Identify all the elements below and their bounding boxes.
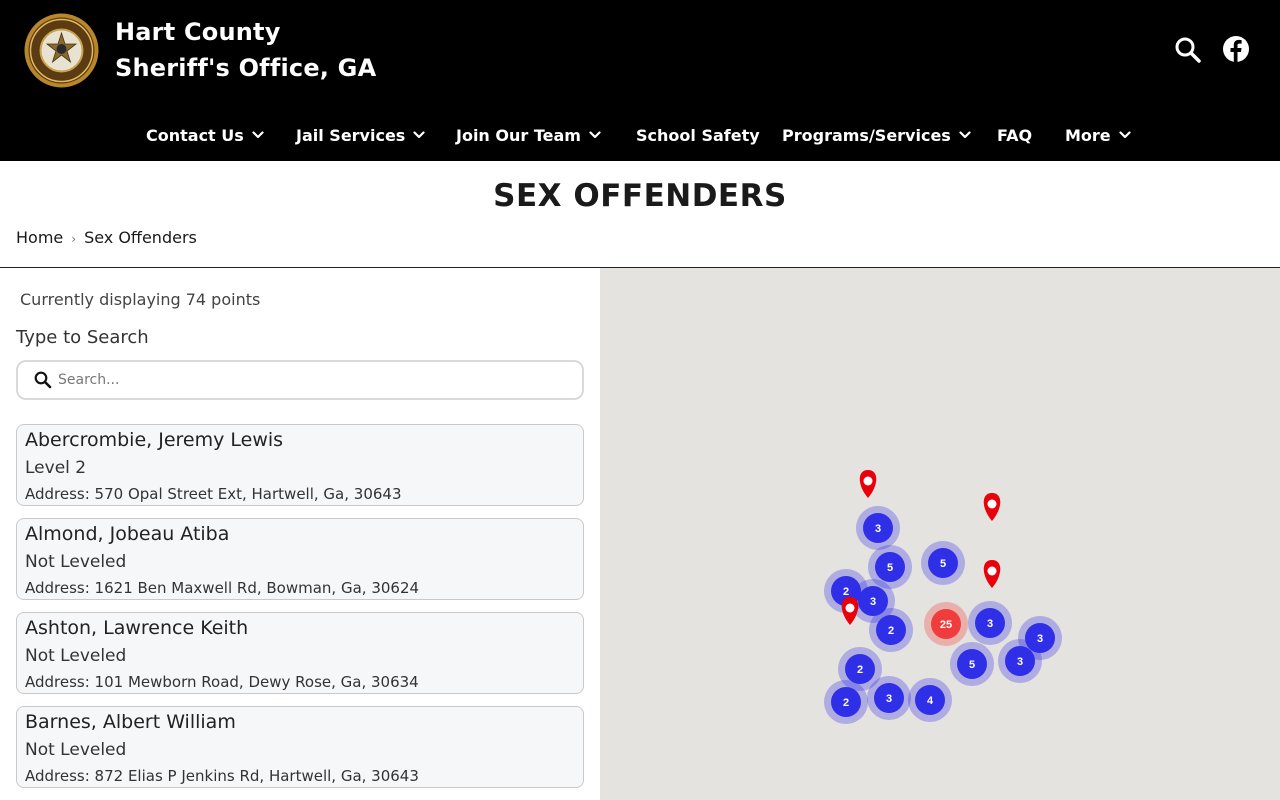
chevron-down-icon (589, 130, 601, 138)
facebook-icon[interactable] (1222, 35, 1250, 63)
cluster-count: 4 (927, 695, 934, 707)
map-cluster[interactable]: 2 (824, 680, 868, 724)
offender-level: Not Leveled (25, 740, 127, 760)
nav-label: Contact Us (146, 126, 244, 145)
offender-card[interactable]: Abercrombie, Jeremy Lewis Level 2 Addres… (16, 424, 584, 506)
map-pin-icon[interactable] (983, 493, 1001, 521)
nav-label: Jail Services (296, 126, 406, 145)
cluster-count: 3 (886, 693, 892, 705)
offender-map[interactable]: 3 5 5 2 3 2 25 3 3 5 3 2 2 3 4 (600, 268, 1280, 800)
breadcrumb: Home › Sex Offenders (16, 228, 197, 249)
site-header: Hart County Sheriff's Office, GA Contact… (0, 0, 1280, 161)
chevron-right-icon: › (71, 231, 77, 246)
offender-address: Address: 570 Opal Street Ext, Hartwell, … (25, 485, 402, 503)
cluster-count: 3 (987, 618, 993, 630)
chevron-down-icon (252, 130, 264, 138)
site-title-line1: Hart County (115, 18, 281, 46)
map-cluster-hot[interactable]: 25 (924, 602, 968, 646)
search-label: Type to Search (16, 327, 149, 348)
chevron-down-icon (413, 130, 425, 138)
nav-join-our-team[interactable]: Join Our Team (456, 118, 601, 154)
breadcrumb-current: Sex Offenders (84, 228, 197, 247)
cluster-count: 2 (888, 625, 894, 637)
sheriff-badge-icon[interactable] (24, 13, 99, 88)
nav-label: Join Our Team (456, 126, 581, 145)
offender-name: Almond, Jobeau Atiba (25, 523, 230, 545)
nav-label: School Safety (636, 126, 760, 145)
offender-level: Not Leveled (25, 646, 127, 666)
cluster-count: 25 (940, 619, 952, 631)
offender-level: Not Leveled (25, 552, 127, 572)
points-count: Currently displaying 74 points (20, 290, 261, 309)
cluster-count: 3 (1017, 656, 1023, 668)
cluster-count: 2 (843, 586, 849, 598)
nav-label: Programs/Services (782, 126, 951, 145)
offender-level: Level 2 (25, 458, 87, 478)
nav-contact-us[interactable]: Contact Us (146, 118, 264, 154)
map-cluster[interactable]: 3 (867, 676, 911, 720)
offender-address: Address: 101 Mewborn Road, Dewy Rose, Ga… (25, 673, 419, 691)
cluster-count: 3 (875, 523, 881, 535)
cluster-count: 5 (887, 562, 893, 574)
map-cluster[interactable]: 3 (968, 601, 1012, 645)
nav-faq[interactable]: FAQ (997, 118, 1032, 154)
map-pin-icon[interactable] (859, 470, 877, 498)
nav-programs-services[interactable]: Programs/Services (782, 118, 971, 154)
offender-address: Address: 1621 Ben Maxwell Rd, Bowman, Ga… (25, 579, 420, 597)
nav-label: More (1065, 126, 1111, 145)
site-title[interactable]: Hart County Sheriff's Office, GA (115, 14, 376, 86)
map-cluster[interactable]: 3 (856, 506, 900, 550)
nav-label: FAQ (997, 126, 1033, 145)
map-cluster[interactable]: 2 (869, 608, 913, 652)
site-title-line2: Sheriff's Office, GA (115, 54, 377, 82)
search-icon[interactable] (1174, 36, 1202, 64)
cluster-count: 2 (857, 664, 863, 676)
nav-more[interactable]: More (1065, 118, 1131, 154)
cluster-count: 3 (1037, 633, 1043, 645)
breadcrumb-home-link[interactable]: Home (16, 228, 63, 247)
nav-jail-services[interactable]: Jail Services (296, 118, 425, 154)
offender-card[interactable]: Ashton, Lawrence Keith Not Leveled Addre… (16, 612, 584, 694)
map-cluster[interactable]: 4 (908, 678, 952, 722)
cluster-count: 2 (843, 697, 849, 709)
offender-list-panel: Currently displaying 74 points Type to S… (0, 268, 600, 800)
map-canvas: 3 5 5 2 3 2 25 3 3 5 3 2 2 3 4 (824, 470, 1062, 724)
offender-name: Barnes, Albert William (25, 711, 236, 733)
offender-card[interactable]: Almond, Jobeau Atiba Not Leveled Address… (16, 518, 584, 600)
map-pin-icon[interactable] (983, 560, 1001, 588)
cluster-count: 3 (870, 596, 876, 608)
cluster-count: 5 (940, 558, 946, 570)
search-icon (34, 371, 52, 389)
cluster-count: 5 (969, 659, 975, 671)
main-nav: Contact Us Jail Services Join Our Team S… (0, 118, 1280, 154)
offender-address: Address: 872 Elias P Jenkins Rd, Hartwel… (25, 767, 419, 785)
chevron-down-icon (1119, 130, 1131, 138)
map-cluster[interactable]: 5 (921, 541, 965, 585)
offender-name: Abercrombie, Jeremy Lewis (25, 429, 284, 451)
nav-school-safety[interactable]: School Safety (636, 118, 760, 154)
chevron-down-icon (959, 130, 971, 138)
map-pin-icon[interactable] (841, 597, 859, 625)
search-box (16, 360, 584, 400)
map-cluster[interactable]: 5 (950, 642, 994, 686)
offender-name: Ashton, Lawrence Keith (25, 617, 249, 639)
page-title: SEX OFFENDERS (493, 178, 787, 214)
map-cluster[interactable]: 3 (998, 639, 1042, 683)
offender-card[interactable]: Barnes, Albert William Not Leveled Addre… (16, 706, 584, 788)
search-input[interactable] (58, 368, 558, 392)
